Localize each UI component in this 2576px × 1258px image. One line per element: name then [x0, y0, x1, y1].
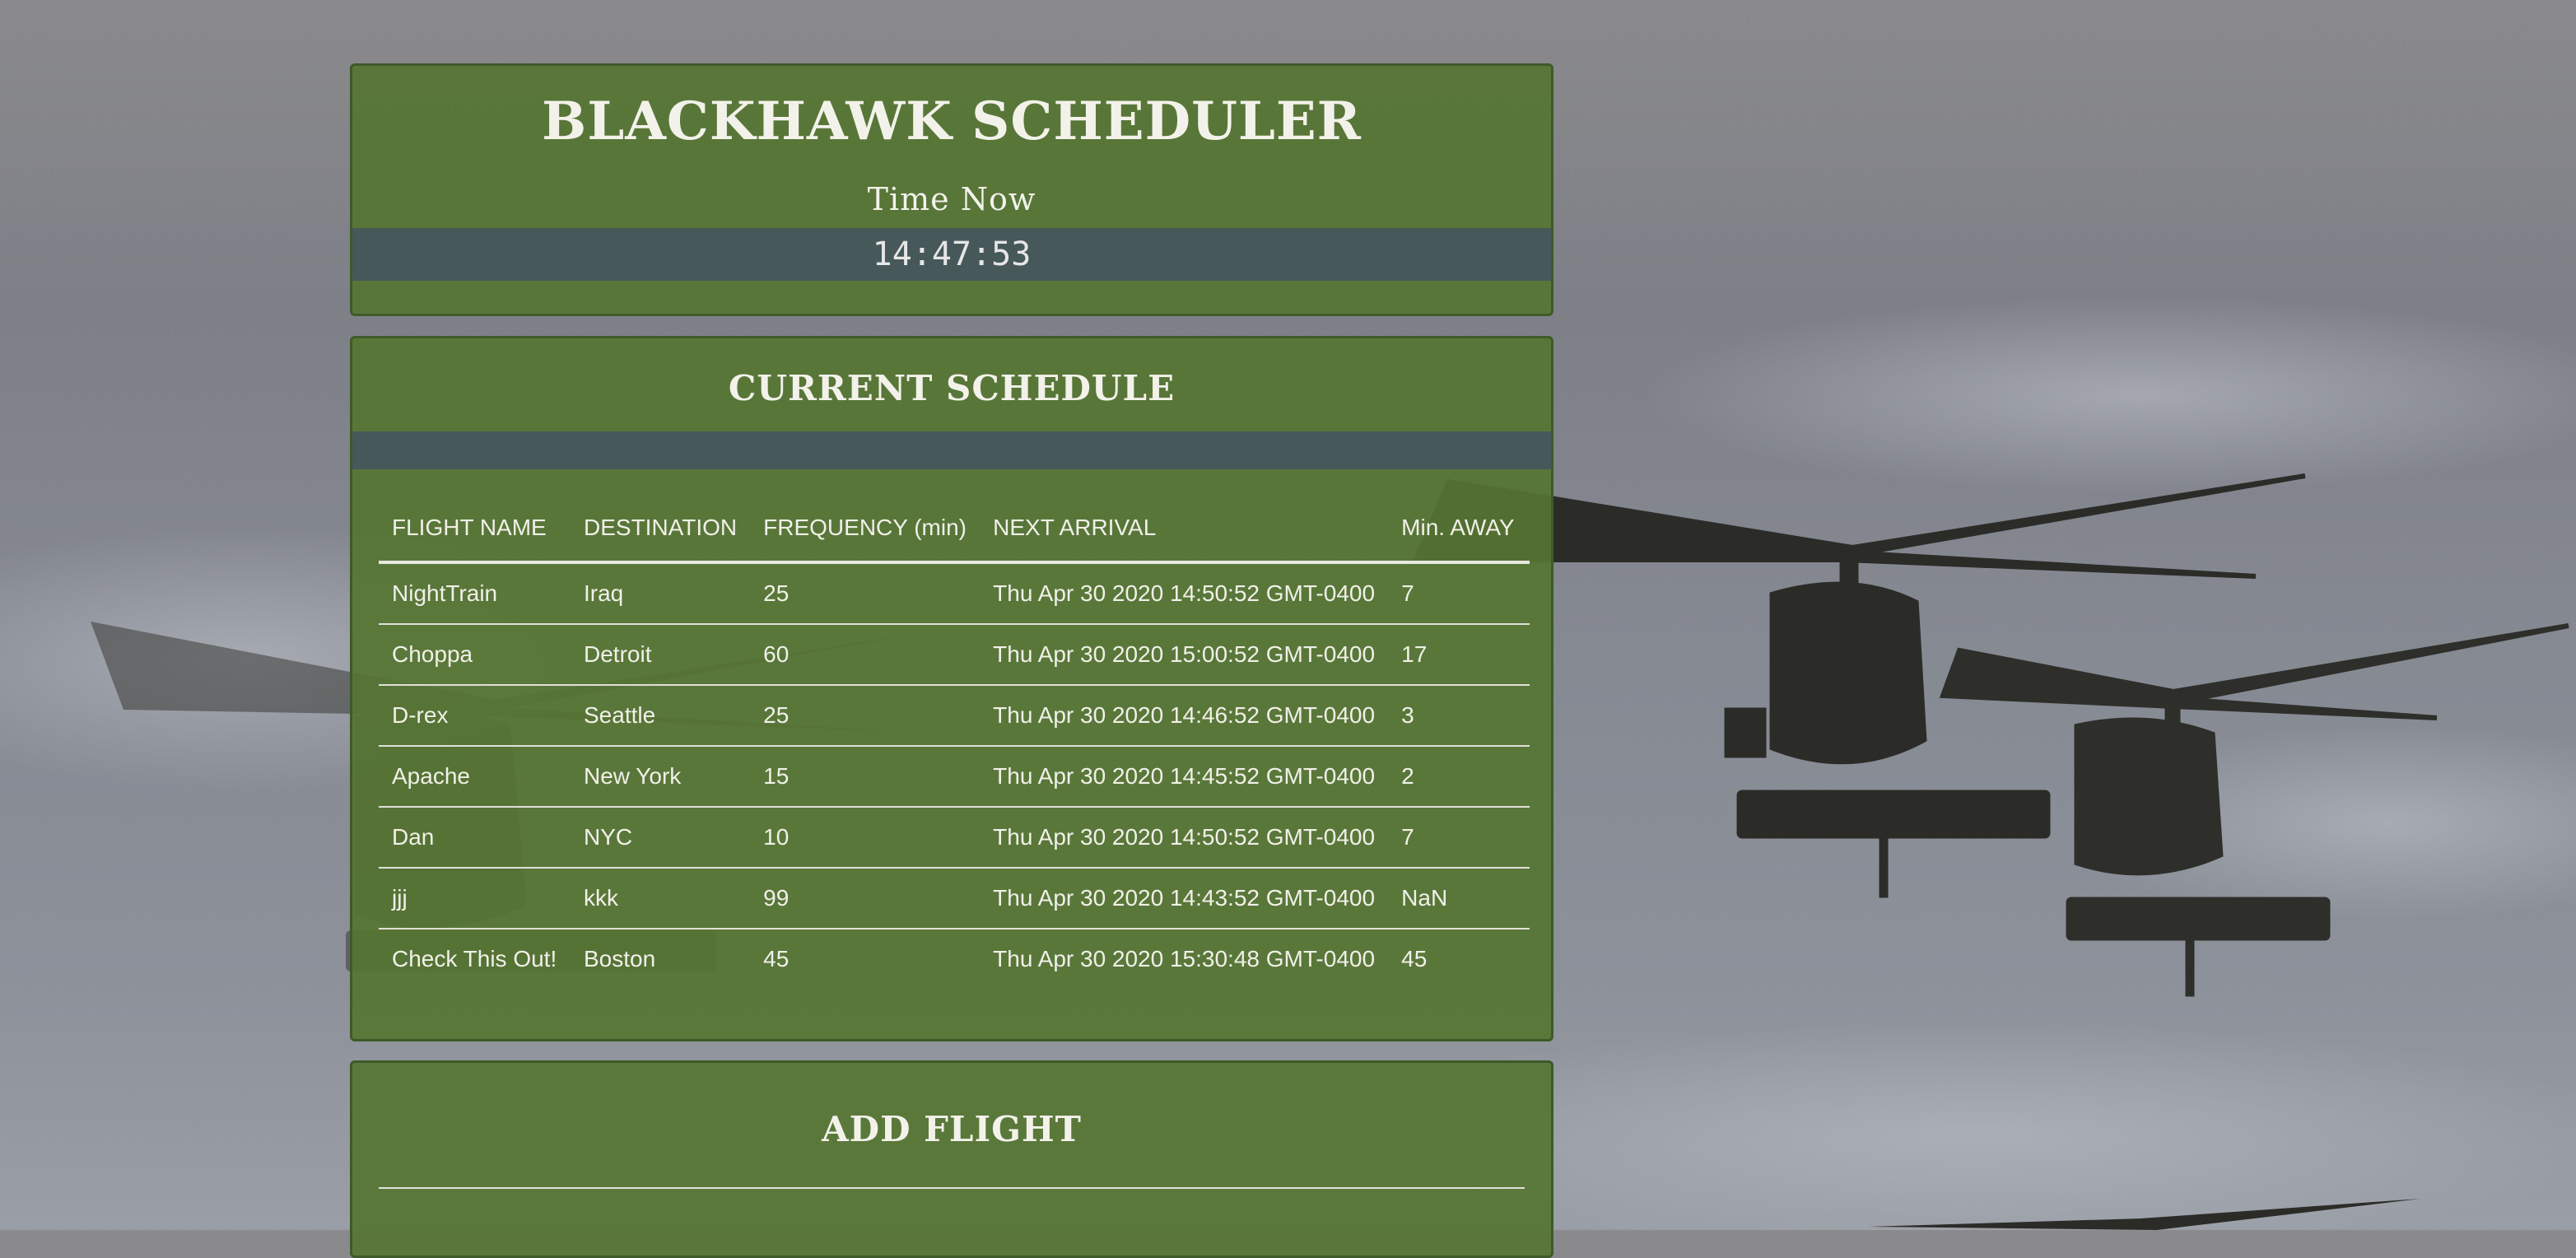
cell-destination: Seattle	[571, 685, 751, 747]
cell-frequency: 25	[750, 685, 981, 747]
cell-min-away: 2	[1388, 746, 1530, 808]
header-panel: BLACKHAWK SCHEDULER Time Now 14:47:53	[350, 63, 1554, 316]
cell-frequency: 99	[750, 868, 981, 930]
cell-destination: kkk	[571, 868, 751, 930]
cell-next-arrival: Thu Apr 30 2020 14:50:52 GMT-0400	[980, 807, 1389, 869]
time-now-label: Time Now	[867, 181, 1036, 217]
cell-min-away: 3	[1388, 685, 1530, 747]
cell-destination: Detroit	[571, 624, 751, 686]
cell-min-away: 17	[1388, 624, 1530, 686]
column-header-destination: DESTINATION	[571, 495, 751, 564]
cell-min-away: NaN	[1388, 868, 1530, 930]
cell-frequency: 45	[763, 946, 790, 971]
cell-destination: Iraq	[571, 562, 751, 625]
add-flight-title: ADD FLIGHT	[822, 1109, 1082, 1149]
table-row: Dan NYC 10 Thu Apr 30 2020 14:50:52 GMT-…	[379, 807, 1530, 869]
column-header-min-away: Min. AWAY	[1388, 495, 1530, 564]
cell-next-arrival: Thu Apr 30 2020 14:46:52 GMT-0400	[980, 685, 1389, 747]
cell-min-away: 7	[1388, 807, 1530, 869]
app-title: BLACKHAWK SCHEDULER	[542, 91, 1362, 152]
column-header-frequency: FREQUENCY (min)	[750, 495, 981, 564]
table-row: Choppa Detroit 60 Thu Apr 30 2020 15:00:…	[379, 624, 1530, 686]
cell-frequency: 60	[750, 624, 981, 686]
cell-flight-name: D-rex	[379, 685, 571, 747]
cell-frequency: 10	[750, 807, 981, 869]
cell-flight-name: NightTrain	[379, 562, 571, 625]
add-flight-panel: ADD FLIGHT	[350, 1060, 1554, 1258]
cell-next-arrival: Thu Apr 30 2020 14:50:52 GMT-0400	[980, 562, 1389, 625]
table-header-row: FLIGHT NAME DESTINATION FREQUENCY (min) …	[379, 495, 1530, 564]
cell-next-arrival: Thu Apr 30 2020 15:30:48 GMT-0400	[993, 946, 1376, 971]
cell-min-away: 7	[1388, 562, 1530, 625]
column-header-flight-name: FLIGHT NAME	[379, 495, 571, 564]
cell-next-arrival: Thu Apr 30 2020 14:43:52 GMT-0400	[980, 868, 1389, 930]
cell-next-arrival: Thu Apr 30 2020 14:45:52 GMT-0400	[980, 746, 1389, 808]
cell-flight-name: Dan	[379, 807, 571, 869]
cell-next-arrival: Thu Apr 30 2020 15:00:52 GMT-0400	[980, 624, 1389, 686]
add-flight-divider	[379, 1187, 1525, 1189]
cell-flight-name: Choppa	[379, 624, 571, 686]
cell-min-away: 45	[1401, 946, 1428, 971]
schedule-table: FLIGHT NAME DESTINATION FREQUENCY (min) …	[379, 495, 1530, 989]
cell-frequency: 25	[750, 562, 981, 625]
table-row: NightTrain Iraq 25 Thu Apr 30 2020 14:50…	[379, 562, 1530, 625]
schedule-strip	[352, 431, 1551, 469]
schedule-title: CURRENT SCHEDULE	[728, 368, 1176, 408]
cell-flight-name: Apache	[379, 746, 571, 808]
cell-destination: Boston	[584, 946, 656, 971]
current-time: 14:47:53	[872, 235, 1032, 273]
cell-destination: NYC	[571, 807, 751, 869]
column-header-next-arrival: NEXT ARRIVAL	[980, 495, 1389, 564]
cell-destination: New York	[571, 746, 751, 808]
cell-frequency: 15	[750, 746, 981, 808]
table-row: Apache New York 15 Thu Apr 30 2020 14:45…	[379, 746, 1530, 808]
table-row: Check This Out! Boston 45 Thu Apr 30 202…	[379, 929, 1530, 989]
schedule-panel: CURRENT SCHEDULE FLIGHT NAME DESTINATION…	[350, 336, 1554, 1041]
cell-flight-name: jjj	[379, 868, 571, 930]
table-row: D-rex Seattle 25 Thu Apr 30 2020 14:46:5…	[379, 685, 1530, 747]
cell-flight-name: Check This Out!	[392, 946, 557, 971]
table-row: jjj kkk 99 Thu Apr 30 2020 14:43:52 GMT-…	[379, 868, 1530, 930]
